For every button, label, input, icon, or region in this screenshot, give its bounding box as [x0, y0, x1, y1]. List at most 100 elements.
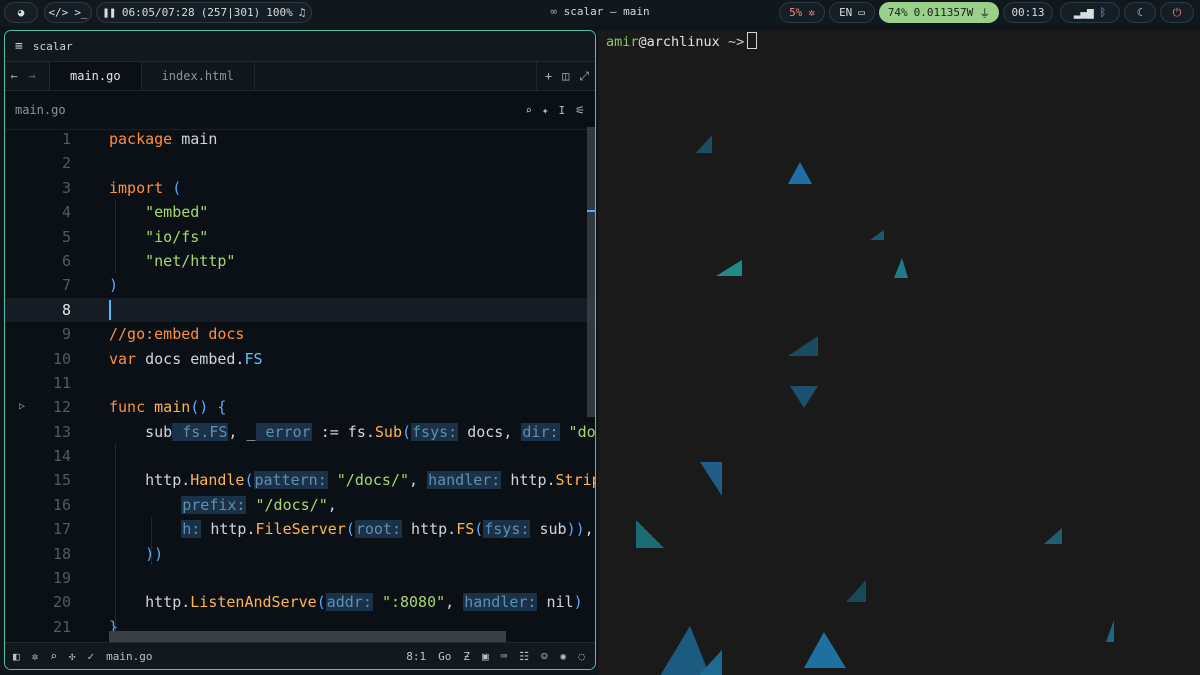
sidebar-toggle-icon[interactable]: ◧ — [13, 650, 20, 663]
keyboard-layout-pill[interactable]: EN ▭ — [829, 2, 875, 23]
shell-prompt[interactable]: amir@archlinux ~> — [606, 32, 758, 50]
moon-icon[interactable]: ☾ — [1137, 6, 1144, 19]
prompt-at: @ — [638, 34, 647, 50]
code-line: 14 — [52, 447, 71, 466]
search-icon[interactable]: ⌕ — [50, 650, 57, 663]
code-line: 2 — [61, 154, 71, 173]
background-shard — [870, 230, 884, 240]
terminal-window[interactable]: amir@archlinux ~> — [598, 30, 1200, 675]
collab-icon[interactable]: ☺ — [541, 650, 548, 663]
prompt-user: amir — [606, 34, 639, 50]
power-icon[interactable]: ⏻ — [1173, 6, 1182, 20]
background-shard — [698, 650, 722, 675]
status-file: main.go — [106, 649, 153, 663]
connectivity-pill[interactable]: ▂▄▆ ᛒ — [1060, 2, 1120, 23]
code-area[interactable]: 1 package main 2 3 import ( 4 "embed" 5 "i… — [5, 127, 595, 642]
keyboard-icon: ▭ — [858, 6, 865, 19]
tab-main-go[interactable]: main.go — [49, 62, 142, 90]
code-line: 17 h: http.FileServer(root: http.FS(fsys… — [52, 520, 594, 539]
code-line: 15 http.Handle(pattern: "/docs/", handle… — [52, 471, 595, 490]
cursor-icon[interactable]: I — [559, 104, 566, 117]
keyboard-layout: EN — [839, 6, 853, 19]
plus-icon[interactable]: + — [545, 69, 552, 83]
code-line: 11 — [52, 373, 71, 392]
sparkle-icon[interactable]: ✦ — [542, 104, 549, 117]
plug-icon: ⏚ — [979, 6, 991, 20]
scrollbar-cursor-marker — [587, 210, 595, 212]
assistant-icon[interactable]: ◌ — [578, 650, 585, 663]
cpu-usage: 5% — [789, 6, 803, 19]
code-line: 3 import ( — [61, 178, 182, 197]
battery-level: 74% — [887, 6, 908, 19]
background-shard — [700, 462, 722, 496]
forward-arrow-icon[interactable]: → — [23, 62, 41, 90]
clock: 00:13 — [1011, 6, 1045, 19]
code-line: 19 — [52, 569, 71, 588]
code-line: ▷ 12 func main() { — [5, 395, 595, 419]
tab-label: main.go — [70, 69, 121, 83]
background-shard — [1106, 620, 1114, 642]
breadcrumb-file[interactable]: main.go — [15, 103, 66, 117]
background-shard — [790, 386, 818, 408]
code-line: 16 prefix: "/docs/", — [52, 495, 337, 514]
top-bar: ◕ </> >_ ❚❚ 06:05/07:28 (257|301) 100% ♫… — [0, 0, 1200, 26]
wifi-icon[interactable]: ▂▄▆ — [1074, 6, 1094, 19]
code-line: 20 http.ListenAndServe(addr: ":8080", ha… — [52, 593, 583, 612]
back-arrow-icon[interactable]: ← — [5, 62, 23, 90]
editor-status-bar: ◧ ✲ ⌕ ✣ ✓ main.go 8:1 Go Ƶ ▣ ⌨ ☷ ☺ ✺ ◌ — [5, 642, 595, 669]
sparkle-icon[interactable]: ✲ — [32, 650, 39, 663]
cpu-pill[interactable]: 5% ✲ — [779, 2, 825, 23]
diagnostics-icon[interactable]: ✣ — [69, 650, 76, 663]
background-shard — [636, 520, 664, 548]
terminal-icon[interactable]: ⌨ — [501, 650, 508, 663]
tab-label: index.html — [161, 69, 234, 83]
clock-pill[interactable]: 00:13 — [1003, 2, 1053, 23]
outline-icon[interactable]: ☷ — [519, 650, 529, 663]
image-icon[interactable]: ▣ — [482, 650, 489, 663]
background-shard — [1044, 528, 1062, 544]
night-mode-pill[interactable]: ☾ — [1124, 2, 1156, 23]
code-line: 10 var docs embed.FS — [52, 349, 263, 368]
background-shard — [804, 632, 846, 668]
tab-index-html[interactable]: index.html — [142, 62, 255, 90]
bluetooth-icon[interactable]: ᛒ — [1100, 6, 1107, 19]
menu-icon[interactable]: ≡ — [15, 39, 23, 54]
code-line: 7) — [61, 276, 119, 295]
text-cursor — [109, 300, 111, 321]
terminal-cursor — [747, 32, 758, 49]
background-shard — [788, 162, 812, 184]
prompt-path: ~> — [719, 34, 745, 50]
search-icon[interactable]: ⌕ — [525, 104, 532, 117]
tab-bar: ← → main.go index.html + ◫ ⤢ — [5, 62, 595, 91]
prompt-host: archlinux — [646, 34, 720, 50]
debug-icon[interactable]: ✺ — [560, 650, 567, 663]
tab-actions: + ◫ ⤢ — [535, 62, 589, 90]
editor-titlebar: ≡ scalar — [5, 31, 595, 62]
language-mode[interactable]: Go — [438, 650, 451, 663]
vertical-scrollbar[interactable] — [587, 127, 595, 417]
current-line: 8 — [5, 297, 595, 323]
expand-icon[interactable]: ⤢ — [579, 69, 589, 84]
code-line: 5 "io/fs" — [61, 227, 209, 246]
background-shard — [894, 258, 908, 278]
power-draw: 0.011357W — [913, 6, 974, 19]
background-shard — [696, 135, 712, 153]
code-line: 13 sub fs.FS, _ error := fs.Sub(fsys: do… — [52, 422, 595, 441]
battery-pill[interactable]: 74% 0.011357W ⏚ — [879, 2, 999, 23]
background-shard — [788, 336, 818, 356]
code-line: 18 )) — [52, 544, 164, 563]
breadcrumb: main.go ⌕ ✦ I ⚟ — [5, 91, 595, 130]
power-pill[interactable]: ⏻ — [1160, 2, 1194, 23]
code-line: 6 "net/http" — [61, 251, 236, 270]
settings-sliders-icon[interactable]: ⚟ — [575, 104, 585, 117]
cursor-position[interactable]: 8:1 — [406, 650, 426, 663]
cpu-icon: ✲ — [808, 6, 815, 19]
code-line: 1 package main — [61, 130, 218, 148]
split-icon[interactable]: ◫ — [562, 69, 569, 83]
code-line: 9//go:embed docs — [61, 325, 245, 344]
editor-window: ≡ scalar ← → main.go index.html + ◫ ⤢ ma… — [4, 30, 596, 670]
background-shard — [846, 580, 866, 602]
zed-icon[interactable]: Ƶ — [463, 650, 470, 663]
check-icon[interactable]: ✓ — [88, 650, 95, 663]
project-name[interactable]: scalar — [33, 40, 73, 53]
